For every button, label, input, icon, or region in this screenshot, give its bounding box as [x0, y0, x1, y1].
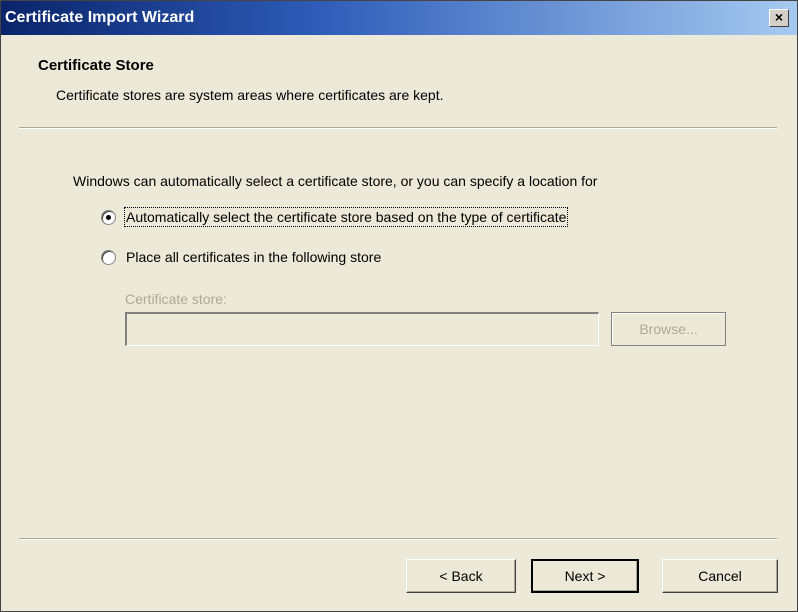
back-button[interactable]: < Back: [406, 559, 516, 593]
window-title: Certificate Import Wizard: [5, 9, 195, 26]
place-all-option[interactable]: Place all certificates in the following …: [101, 247, 381, 267]
next-button[interactable]: Next >: [531, 559, 639, 593]
browse-button[interactable]: Browse...: [611, 312, 726, 346]
intro-text: Windows can automatically select a certi…: [73, 173, 598, 189]
wizard-header: Certificate Store Certificate stores are…: [1, 35, 797, 127]
certificate-store-field[interactable]: [125, 312, 599, 346]
auto-select-label[interactable]: Automatically select the certificate sto…: [123, 207, 569, 227]
close-icon: ×: [774, 9, 784, 25]
place-all-radio[interactable]: [101, 249, 116, 265]
page-title: Certificate Store: [38, 57, 154, 74]
certificate-import-wizard-window: Certificate Import Wizard × Certificate …: [0, 0, 798, 612]
cancel-button[interactable]: Cancel: [662, 559, 778, 593]
footer-divider: [19, 538, 777, 540]
close-button[interactable]: ×: [769, 9, 789, 27]
certificate-store-label: Certificate store:: [125, 291, 227, 307]
auto-select-radio[interactable]: [101, 209, 116, 225]
auto-select-option[interactable]: Automatically select the certificate sto…: [101, 207, 569, 227]
header-divider: [19, 127, 777, 129]
title-bar[interactable]: Certificate Import Wizard ×: [1, 1, 797, 35]
page-subtitle: Certificate stores are system areas wher…: [56, 87, 444, 103]
place-all-label[interactable]: Place all certificates in the following …: [126, 249, 381, 265]
